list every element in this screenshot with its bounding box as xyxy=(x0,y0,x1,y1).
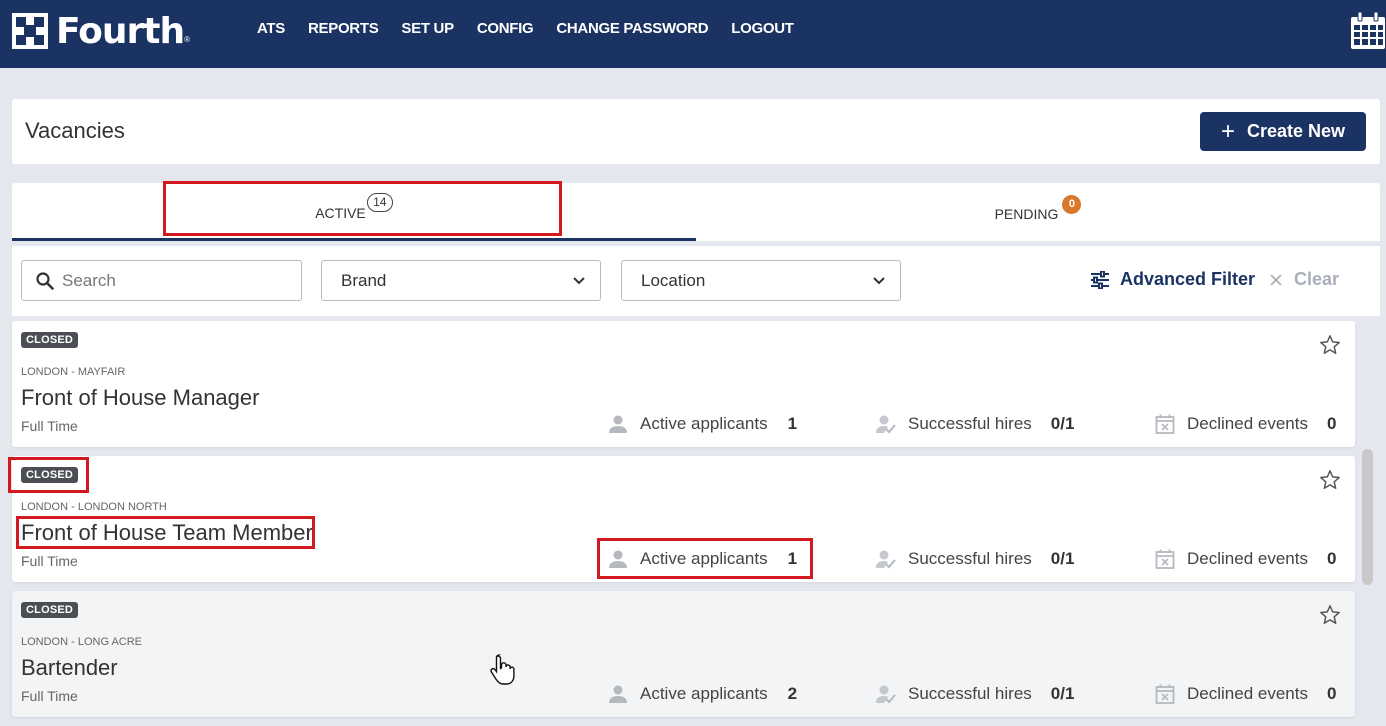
declined-events-stat: Declined events 0 xyxy=(1155,414,1336,434)
calendar-x-icon xyxy=(1155,549,1175,569)
search-box[interactable] xyxy=(21,260,302,301)
vacancy-title[interactable]: Front of House Manager xyxy=(21,385,259,411)
nav-config[interactable]: CONFIG xyxy=(477,20,534,37)
successful-hires-stat: Successful hires 0/1 xyxy=(876,684,1074,704)
location-select[interactable]: Location xyxy=(621,260,901,301)
chevron-down-icon xyxy=(573,276,585,284)
stat-label: Declined events xyxy=(1187,414,1308,433)
stat-label: Successful hires xyxy=(908,684,1032,703)
vacancy-location: LONDON - MAYFAIR xyxy=(21,366,126,378)
successful-hires-stat: Successful hires 0/1 xyxy=(876,549,1074,569)
active-applicants-stat[interactable]: Active applicants 1 xyxy=(608,549,797,569)
vacancy-card[interactable]: CLOSED LONDON - LONDON NORTH Front of Ho… xyxy=(12,456,1355,582)
star-icon[interactable] xyxy=(1319,469,1341,491)
nav-logout[interactable]: LOGOUT xyxy=(731,20,794,37)
brand-select[interactable]: Brand xyxy=(321,260,601,301)
advanced-filter-button[interactable]: Advanced Filter xyxy=(1090,269,1255,290)
stat-value: 0 xyxy=(1326,549,1337,568)
stat-label: Declined events xyxy=(1187,549,1308,568)
stat-value: 0/1 xyxy=(1050,414,1075,433)
clear-button[interactable]: Clear xyxy=(1270,269,1339,290)
registered-mark: ® xyxy=(184,35,190,44)
active-applicants-stat[interactable]: Active applicants 1 xyxy=(608,414,797,434)
page-title: Vacancies xyxy=(25,118,125,143)
vacancy-card[interactable]: CLOSED LONDON - LONG ACRE Bartender Full… xyxy=(12,591,1355,717)
stat-value: 0 xyxy=(1326,414,1337,433)
star-icon[interactable] xyxy=(1319,604,1341,626)
person-icon xyxy=(609,550,627,568)
successful-hires-stat: Successful hires 0/1 xyxy=(876,414,1074,434)
vacancy-card[interactable]: CLOSED LONDON - MAYFAIR Front of House M… xyxy=(12,321,1355,447)
fourth-logo[interactable]: Fourth ® xyxy=(12,10,190,52)
stat-label: Successful hires xyxy=(908,549,1032,568)
calendar-icon[interactable] xyxy=(1350,12,1386,50)
advanced-filter-label: Advanced Filter xyxy=(1120,269,1256,289)
stat-label: Active applicants xyxy=(640,414,768,433)
page-header: Vacancies + Create New xyxy=(12,99,1380,164)
search-input[interactable] xyxy=(62,270,282,291)
nav-ats[interactable]: ATS xyxy=(257,20,285,37)
nav-set-up[interactable]: SET UP xyxy=(401,20,454,37)
vacancy-type: Full Time xyxy=(21,553,78,569)
stat-value: 0/1 xyxy=(1050,549,1075,568)
person-check-icon xyxy=(876,550,896,569)
location-select-label: Location xyxy=(641,270,706,290)
tab-pending[interactable]: PENDING 0 xyxy=(696,183,1380,241)
stat-value: 0 xyxy=(1326,684,1337,703)
main-nav: ATS REPORTS SET UP CONFIG CHANGE PASSWOR… xyxy=(257,20,794,37)
status-badge: CLOSED xyxy=(21,467,79,483)
person-icon xyxy=(609,685,627,703)
vacancy-type: Full Time xyxy=(21,418,78,434)
filter-bar: Brand Location Advanced Filter Clear xyxy=(12,246,1380,316)
vacancy-title[interactable]: Bartender xyxy=(21,655,118,681)
stat-label: Successful hires xyxy=(908,414,1032,433)
chevron-down-icon xyxy=(873,276,885,284)
stat-label: Declined events xyxy=(1187,684,1308,703)
create-new-label: Create New xyxy=(1246,121,1346,141)
clear-label: Clear xyxy=(1294,269,1340,289)
stat-label: Active applicants xyxy=(640,684,768,703)
stat-label: Active applicants xyxy=(640,549,768,568)
sliders-icon xyxy=(1091,270,1109,289)
calendar-x-icon xyxy=(1155,684,1175,704)
tab-pending-label: PENDING xyxy=(994,206,1059,222)
calendar-x-icon xyxy=(1155,414,1175,434)
stat-value: 1 xyxy=(787,414,798,433)
declined-events-stat: Declined events 0 xyxy=(1155,549,1336,569)
nav-change-password[interactable]: CHANGE PASSWORD xyxy=(556,20,708,37)
nav-reports[interactable]: REPORTS xyxy=(308,20,379,37)
brand-select-label: Brand xyxy=(341,270,387,290)
declined-events-stat: Declined events 0 xyxy=(1155,684,1336,704)
tab-active-label: ACTIVE xyxy=(315,204,366,221)
vacancy-location: LONDON - LONG ACRE xyxy=(21,636,143,648)
plus-icon: + xyxy=(1220,117,1235,145)
status-badge: CLOSED xyxy=(21,602,79,618)
vacancy-title[interactable]: Front of House Team Member xyxy=(21,520,313,546)
close-icon xyxy=(1270,273,1282,286)
search-icon xyxy=(36,271,54,290)
status-badge: CLOSED xyxy=(21,332,79,348)
active-applicants-stat[interactable]: Active applicants 2 xyxy=(608,684,797,704)
create-new-button[interactable]: + Create New xyxy=(1200,112,1366,151)
person-icon xyxy=(609,415,627,433)
stat-value: 2 xyxy=(787,684,798,703)
vacancy-tabs: ACTIVE 14 PENDING 0 xyxy=(12,183,1380,241)
hand-cursor-icon xyxy=(490,654,515,685)
stat-value: 0/1 xyxy=(1050,684,1075,703)
fourth-logo-icon xyxy=(12,13,48,49)
star-icon[interactable] xyxy=(1319,334,1341,356)
person-check-icon xyxy=(876,415,896,434)
pending-count-badge: 0 xyxy=(1062,194,1082,214)
vacancy-location: LONDON - LONDON NORTH xyxy=(21,501,167,513)
tab-active[interactable]: ACTIVE 14 xyxy=(12,183,696,241)
stat-value: 1 xyxy=(787,549,798,568)
active-count-badge: 14 xyxy=(366,193,393,212)
brand-name: Fourth xyxy=(56,10,185,52)
scrollbar-thumb[interactable] xyxy=(1362,449,1373,585)
person-check-icon xyxy=(876,685,896,704)
vacancy-type: Full Time xyxy=(21,688,78,704)
top-nav-bar: Fourth ® ATS REPORTS SET UP CONFIG CHANG… xyxy=(0,0,1386,68)
